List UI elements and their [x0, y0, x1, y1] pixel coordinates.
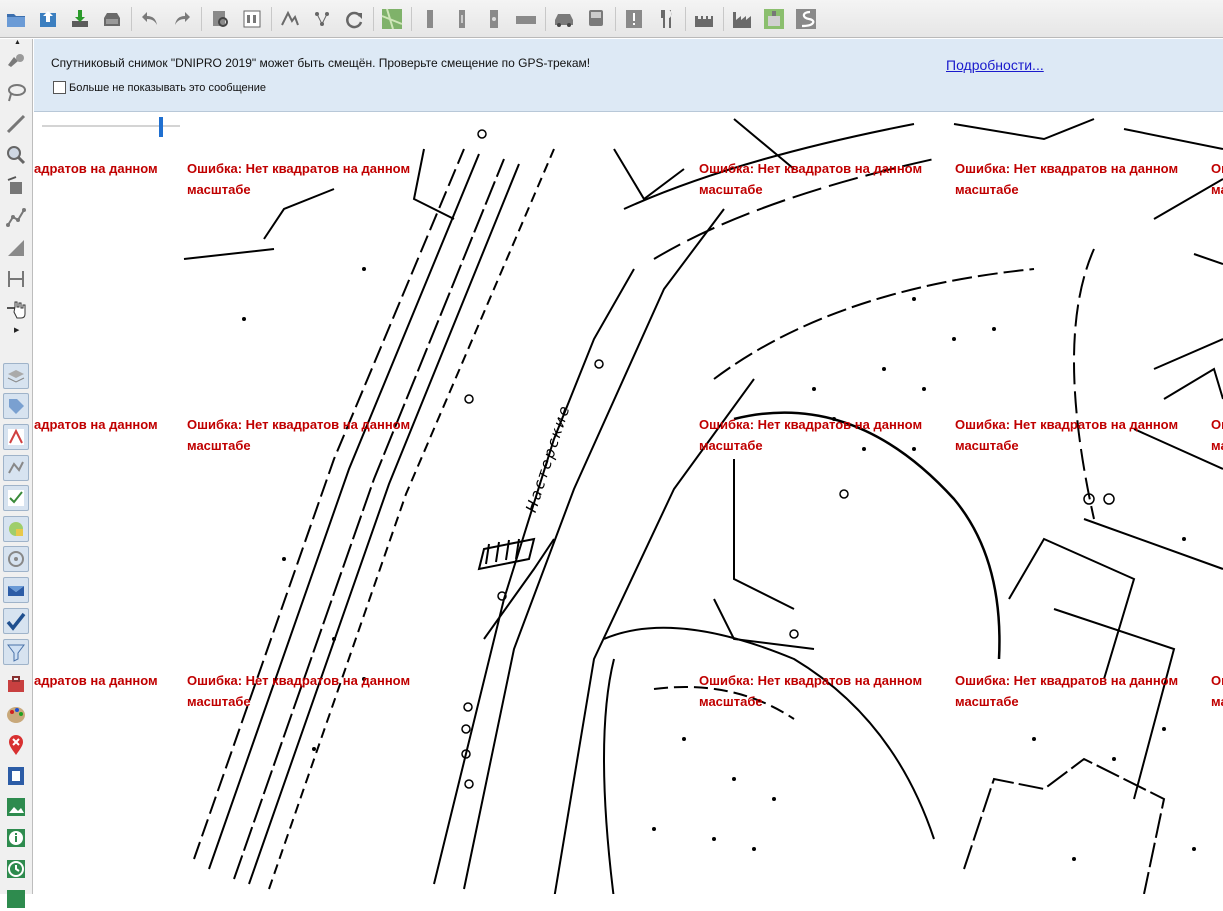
- tile-error-label: Ошибка: Нет квадратов на данноммасштабе: [699, 161, 923, 197]
- tile-error-label: Ошибка: Нет квадратов на данноммасштабе: [1211, 673, 1223, 709]
- details-link[interactable]: Подробности...: [946, 57, 1044, 73]
- relations-toggle-icon[interactable]: [3, 455, 29, 481]
- tile-error-label: Ошибка: Нет квадратов на данноммасштабе: [699, 417, 923, 453]
- road-icon[interactable]: [513, 6, 539, 32]
- dont-show-again-checkbox[interactable]: [53, 81, 66, 94]
- audit-icon[interactable]: [277, 6, 303, 32]
- tile-error-label: адратов на данном: [34, 673, 158, 688]
- toolbar-separator: [545, 6, 546, 31]
- tile-error-label: Ошибка: Нет квадратов на данноммасштабе: [955, 673, 1179, 709]
- tile-error-label: Ошибка: Нет квадратов на данноммасштабе: [955, 417, 1179, 453]
- car-icon[interactable]: [551, 6, 577, 32]
- bucket-icon[interactable]: [4, 174, 28, 198]
- tile-error-label: Ошибка: Нет квадратов на данноммасштабе: [187, 673, 411, 709]
- lasso-icon[interactable]: [4, 81, 28, 105]
- redo-icon[interactable]: [169, 6, 195, 32]
- hand-tool-icon[interactable]: [4, 298, 28, 322]
- open-icon[interactable]: [3, 6, 29, 32]
- rail-icon[interactable]: [417, 6, 443, 32]
- warning-icon[interactable]: [621, 6, 647, 32]
- toolbar-separator: [615, 6, 616, 31]
- image-icon[interactable]: [4, 795, 28, 819]
- filter-toggle-icon[interactable]: [3, 639, 29, 665]
- rail3-icon[interactable]: [481, 6, 507, 32]
- tile-error-label: Ошибка: Нет квадратов на данноммасштабе: [187, 417, 411, 453]
- toolbar-separator: [131, 6, 132, 31]
- tags-toggle-icon[interactable]: [3, 393, 29, 419]
- tile-error-label: адратов на данном: [34, 161, 158, 176]
- landfill-icon[interactable]: [761, 6, 787, 32]
- polyline-icon[interactable]: [4, 205, 28, 229]
- tile-error-label: Ошибка: Нет квадратов на данноммасштабе: [1211, 161, 1223, 197]
- tile-error-label: Ошибка: Нет квадратов на данноммасштабе: [699, 673, 923, 709]
- validator-toggle-icon[interactable]: [3, 485, 29, 511]
- map-tile-icon[interactable]: [379, 6, 405, 32]
- rail2-icon[interactable]: [449, 6, 475, 32]
- upload-icon[interactable]: [35, 6, 61, 32]
- gps-toggle-icon[interactable]: [3, 546, 29, 572]
- ruler-icon[interactable]: [4, 112, 28, 136]
- tile-error-label: Ошибка: Нет квадратов на данноммасштабе: [187, 161, 411, 197]
- checkmark-toggle-icon[interactable]: [3, 608, 29, 634]
- polygon-icon[interactable]: [4, 236, 28, 260]
- node-tree-icon[interactable]: [4, 267, 28, 291]
- download-icon[interactable]: [67, 6, 93, 32]
- tile-error-label: Ошибка: Нет квадратов на данноммасштабе: [1211, 417, 1223, 453]
- imagery-offset-notice: Спутниковый снимок "DNIPRO 2019" может б…: [34, 39, 1223, 112]
- palette-icon[interactable]: [4, 703, 28, 727]
- info-icon[interactable]: [4, 826, 28, 850]
- refresh-icon[interactable]: [341, 6, 367, 32]
- frame-icon[interactable]: [4, 764, 28, 788]
- toolbar-separator: [271, 6, 272, 31]
- find-icon[interactable]: [207, 6, 233, 32]
- imagery-toggle-icon[interactable]: [3, 516, 29, 542]
- left-toolbar: ▲ ▶: [0, 39, 33, 908]
- factory-icon[interactable]: [729, 6, 755, 32]
- select-tool-icon[interactable]: [4, 50, 28, 74]
- tree-icon[interactable]: [309, 6, 335, 32]
- tile-error-label: адратов на данном: [34, 417, 158, 432]
- layers-toggle-icon[interactable]: [3, 363, 29, 389]
- extra-tool-icon[interactable]: [4, 887, 28, 911]
- dont-show-again-option[interactable]: Больше не показывать это сообщение: [53, 81, 266, 94]
- toolbar-separator: [723, 6, 724, 31]
- dont-show-again-label: Больше не показывать это сообщение: [69, 81, 266, 94]
- toolbar-separator: [373, 6, 374, 31]
- toolbar-separator: [411, 6, 412, 31]
- toolbox-icon[interactable]: [4, 672, 28, 696]
- castle-icon[interactable]: [691, 6, 717, 32]
- undo-icon[interactable]: [137, 6, 163, 32]
- collapse-right-icon[interactable]: ▶: [14, 326, 19, 334]
- zoom-slider[interactable]: [40, 116, 182, 138]
- toolbar-separator: [201, 6, 202, 31]
- tile-error-label: Ошибка: Нет квадратов на данноммасштабе: [955, 161, 1179, 197]
- map-view[interactable]: адратов на данном Ошибка: Нет квадратов …: [34, 39, 1223, 894]
- notice-message: Спутниковый снимок "DNIPRO 2019" может б…: [51, 56, 591, 70]
- properties-icon[interactable]: [239, 6, 265, 32]
- conflict-toggle-icon[interactable]: [3, 577, 29, 603]
- delete-marker-icon[interactable]: [4, 733, 28, 757]
- routes-toggle-icon[interactable]: [3, 424, 29, 450]
- zoom-slider-thumb[interactable]: [159, 117, 163, 137]
- route-icon[interactable]: [793, 6, 819, 32]
- restaurant-icon[interactable]: [653, 6, 679, 32]
- main-toolbar: [0, 0, 1223, 38]
- toolbar-separator: [685, 6, 686, 31]
- save-icon[interactable]: [99, 6, 125, 32]
- bus-icon[interactable]: [583, 6, 609, 32]
- history-icon[interactable]: [4, 857, 28, 881]
- zoom-icon[interactable]: [4, 143, 28, 167]
- collapse-up-icon[interactable]: ▲: [14, 39, 21, 46]
